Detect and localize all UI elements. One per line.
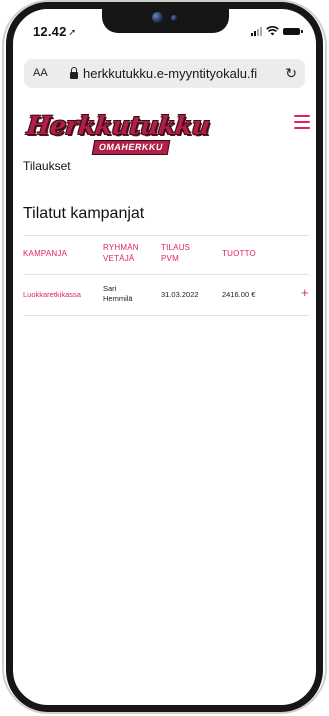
cell-revenue: 2416.00 €: [222, 290, 256, 299]
phone-frame: 12.42 ➚ AA herkkutukku.e-myyntityokalu.f…: [6, 2, 323, 712]
browser-address-bar[interactable]: AA herkkutukku.e-myyntityokalu.fi ↻: [24, 59, 305, 88]
screenshot: 12.42 ➚ AA herkkutukku.e-myyntityokalu.f…: [0, 0, 329, 716]
table-bottom-divider: [23, 315, 309, 316]
url-text: herkkutukku.e-myyntityokalu.fi: [83, 66, 258, 81]
column-header-campaign[interactable]: KAMPANJA: [23, 248, 67, 259]
lock-icon: [70, 66, 78, 79]
expand-row-icon[interactable]: +: [301, 285, 309, 301]
section-heading: Tilatut kampanjat: [23, 205, 145, 222]
column-header-date-text: TILAUS PVM: [161, 243, 191, 263]
column-header-leader-text: RYHMÄN VETÄJÄ: [103, 243, 139, 263]
reload-icon[interactable]: ↻: [285, 65, 297, 82]
column-header-date[interactable]: TILAUS PVM: [161, 242, 190, 264]
cellular-signal-icon: [251, 26, 262, 36]
column-header-leader[interactable]: RYHMÄN VETÄJÄ: [103, 242, 139, 264]
status-time: 12.42 ➚: [33, 24, 76, 39]
cell-date: 31.03.2022: [161, 290, 199, 299]
location-arrow-icon: ➚: [68, 27, 77, 37]
battery-icon: [283, 27, 303, 35]
column-header-revenue[interactable]: TUOTTO: [222, 248, 256, 259]
cell-campaign[interactable]: Luokkaretkikassa: [23, 290, 81, 300]
wifi-icon: [266, 26, 279, 36]
logo-main-text: Herkkutukku: [25, 111, 212, 140]
status-time-label: 12.42: [33, 24, 67, 39]
table-header-divider: [23, 274, 309, 275]
menu-icon[interactable]: [294, 115, 310, 129]
text-size-button[interactable]: AA: [33, 67, 48, 79]
site-logo[interactable]: Herkkutukku OMAHERKKU: [25, 111, 211, 163]
url-field[interactable]: herkkutukku.e-myyntityokalu.fi: [70, 66, 257, 81]
logo-sub-text: OMAHERKKU: [91, 140, 171, 155]
cell-leader: Sari Hemmilä: [103, 284, 133, 303]
status-bar: 12.42 ➚: [13, 9, 316, 49]
page-title: Tilaukset: [23, 159, 71, 173]
table-top-divider: [23, 235, 309, 236]
status-icons: [251, 26, 303, 36]
